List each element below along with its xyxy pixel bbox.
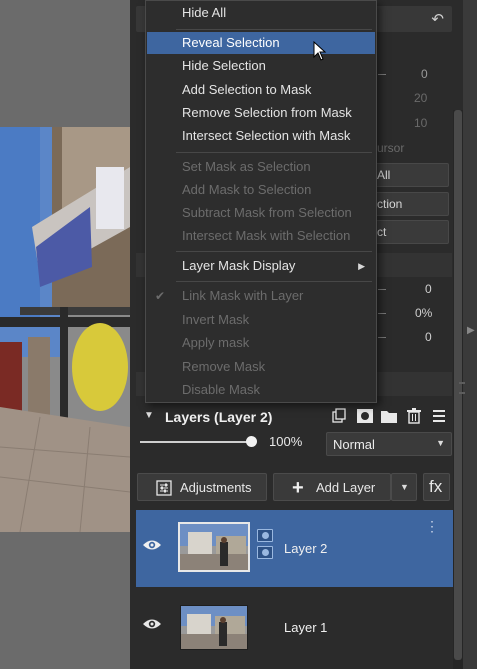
- trash-icon[interactable]: [405, 408, 423, 426]
- value-readout: 0: [425, 282, 432, 296]
- select-all-button[interactable]: All: [370, 163, 449, 187]
- plus-icon: +: [292, 477, 304, 499]
- menu-item-add-selection-to-mask[interactable]: Add Selection to Mask: [147, 79, 375, 101]
- menu-item-reveal-selection[interactable]: Reveal Selection: [147, 32, 375, 54]
- layer-name: Layer 1: [284, 620, 328, 635]
- layers-header: ▼ Layers (Layer 2): [136, 405, 454, 431]
- menu-item-subtract-mask-from-selection[interactable]: Subtract Mask from Selection: [147, 202, 375, 224]
- mouse-cursor-icon: [313, 40, 327, 64]
- layer-row[interactable]: Layer 1: [136, 589, 453, 666]
- blend-mode-select[interactable]: Normal ▼: [326, 432, 452, 456]
- adjustments-button[interactable]: Adjustments: [137, 473, 267, 501]
- option-label-partial: ursor: [377, 141, 405, 155]
- submenu-arrow-icon: ▶: [358, 261, 365, 271]
- menu-separator: [176, 152, 372, 153]
- menu-item-intersect-selection-with-mask[interactable]: Intersect Selection with Mask: [147, 125, 375, 147]
- fx-label: fx: [429, 477, 443, 496]
- mask-icon[interactable]: [257, 529, 273, 542]
- add-layer-button[interactable]: + Add Layer: [273, 473, 391, 501]
- folder-icon[interactable]: [380, 408, 398, 426]
- layer-thumbnail: [178, 522, 250, 572]
- photo-canvas[interactable]: [0, 127, 130, 532]
- add-layer-label: Add Layer: [316, 480, 376, 495]
- opacity-slider-handle[interactable]: [246, 436, 257, 447]
- eye-icon[interactable]: [142, 538, 162, 552]
- slider-line: [378, 313, 386, 314]
- value-readout: 10: [414, 116, 428, 130]
- adjustments-icon: [156, 480, 172, 499]
- mask-icon[interactable]: [257, 546, 273, 559]
- menu-item-layer-mask-display[interactable]: Layer Mask Display ▶: [147, 255, 375, 277]
- chevron-down-icon: ▼: [400, 482, 409, 492]
- hamburger-menu-icon[interactable]: [430, 408, 448, 426]
- resize-grip[interactable]: [459, 382, 465, 394]
- opacity-value: 100%: [269, 434, 303, 449]
- mask-icon[interactable]: [356, 408, 374, 426]
- menu-item-set-mask-as-selection[interactable]: Set Mask as Selection: [147, 156, 375, 178]
- menu-item-label: Layer Mask Display: [182, 258, 296, 273]
- slider-line: [378, 74, 386, 75]
- opacity-slider-track[interactable]: [140, 441, 252, 443]
- deselect-button[interactable]: ct: [370, 220, 449, 244]
- mask-indicators[interactable]: [257, 529, 275, 563]
- menu-item-label: Link Mask with Layer: [182, 288, 304, 303]
- menu-item-link-mask-with-layer[interactable]: ✔ Link Mask with Layer: [147, 285, 375, 307]
- layers-title: Layers (Layer 2): [165, 409, 273, 425]
- blend-mode-value: Normal: [333, 437, 375, 452]
- menu-separator: [176, 29, 372, 30]
- selection-button[interactable]: ction: [370, 192, 449, 216]
- chevron-down-icon: ▼: [436, 438, 445, 448]
- collapse-triangle-icon[interactable]: ▼: [144, 410, 154, 421]
- value-readout: 20: [414, 91, 428, 105]
- layer-row[interactable]: Layer 2 ⋮: [136, 510, 453, 587]
- more-options-icon[interactable]: ⋮: [425, 518, 439, 535]
- value-readout: 0: [425, 330, 432, 344]
- layer-name: Layer 2: [284, 541, 328, 556]
- undo-icon[interactable]: ↶: [431, 10, 444, 28]
- slider-line: [378, 289, 386, 290]
- slider-line: [378, 337, 386, 338]
- eye-icon[interactable]: [142, 617, 162, 631]
- layer-thumbnail: [180, 605, 248, 650]
- fx-button[interactable]: fx: [423, 473, 450, 501]
- menu-item-hide-selection[interactable]: Hide Selection: [147, 55, 375, 77]
- mask-context-menu: Hide All Reveal Selection Hide Selection…: [145, 0, 377, 403]
- collapse-panel-icon[interactable]: ▶: [467, 325, 475, 336]
- menu-item-apply-mask[interactable]: Apply mask: [147, 332, 375, 354]
- value-readout: 0%: [415, 306, 433, 320]
- adjustments-label: Adjustments: [180, 480, 252, 495]
- menu-item-invert-mask[interactable]: Invert Mask: [147, 309, 375, 331]
- menu-item-remove-selection-from-mask[interactable]: Remove Selection from Mask: [147, 102, 375, 124]
- menu-item-remove-mask[interactable]: Remove Mask: [147, 356, 375, 378]
- value-readout: 0: [421, 67, 428, 81]
- menu-item-add-mask-to-selection[interactable]: Add Mask to Selection: [147, 179, 375, 201]
- new-layer-icon[interactable]: [330, 408, 348, 426]
- checkmark-icon: ✔: [155, 289, 166, 303]
- menu-separator: [176, 251, 372, 252]
- menu-separator: [176, 281, 372, 282]
- menu-item-hide-all[interactable]: Hide All: [147, 2, 375, 24]
- menu-item-intersect-mask-with-selection[interactable]: Intersect Mask with Selection: [147, 225, 375, 247]
- add-layer-dropdown-button[interactable]: ▼: [391, 473, 417, 501]
- menu-item-disable-mask[interactable]: Disable Mask: [147, 379, 375, 401]
